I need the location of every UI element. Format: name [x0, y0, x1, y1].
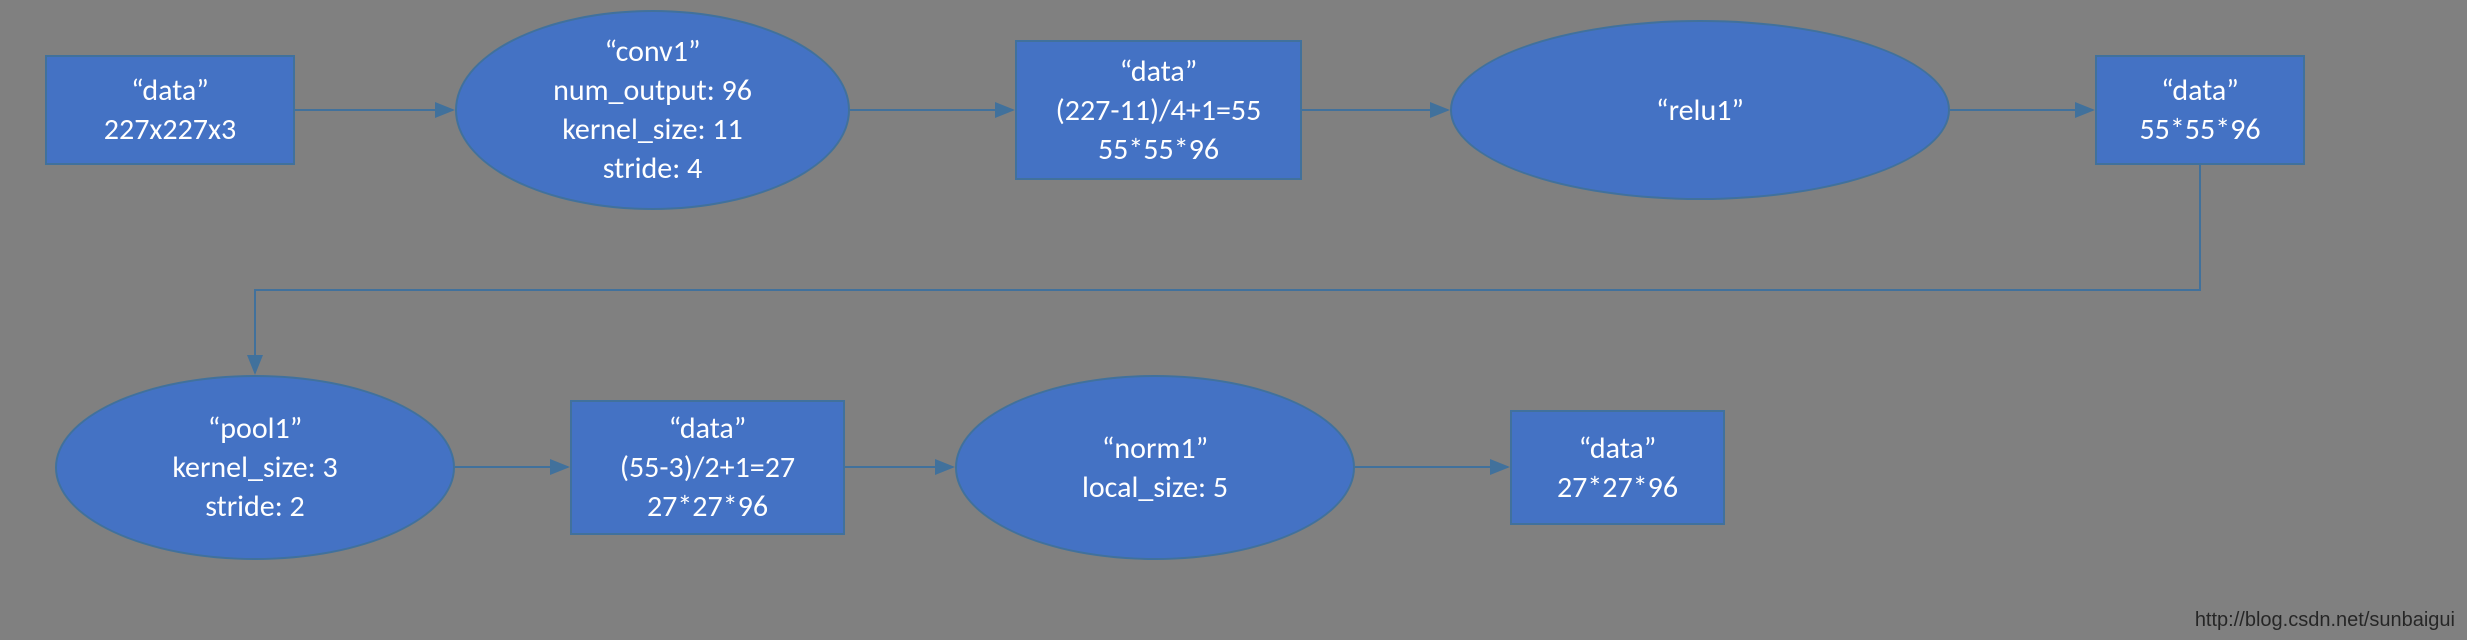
- arrow-1: [0, 0, 2467, 640]
- watermark-text: http://blog.csdn.net/sunbaigui: [2195, 609, 2455, 632]
